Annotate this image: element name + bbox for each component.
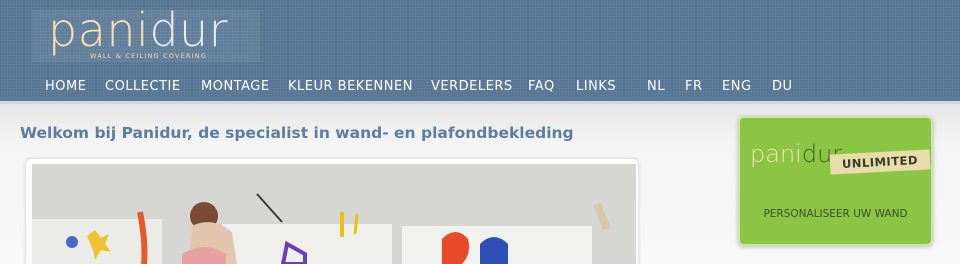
unlimited-badge: UNLIMITED (829, 149, 931, 175)
nav-item-verdelers[interactable]: VERDELERS (431, 78, 513, 96)
logo-dur: dur (149, 3, 229, 57)
lang-du[interactable]: DU (772, 78, 793, 96)
nav-item-montage[interactable]: MONTAGE (201, 78, 270, 96)
logo-wordmark: panidur (48, 4, 228, 56)
personalize-wall-link[interactable]: PERSONALISEER UW WAND (740, 208, 931, 220)
promo-unlimited-card[interactable]: panidur UNLIMITED PERSONALISEER UW WAND (738, 116, 933, 246)
page-title: Welkom bij Panidur, de specialist in wan… (20, 124, 574, 142)
lang-fr[interactable]: FR (685, 78, 703, 96)
nav-item-kleur-bekennen[interactable]: KLEUR BEKENNEN (288, 78, 413, 96)
panidur-logo[interactable]: panidur WALL & CEILING COVERING (32, 4, 260, 62)
promo-logo-pan: pani (750, 140, 802, 168)
promo-logo: panidur (750, 140, 842, 168)
nav-item-faq[interactable]: FAQ (528, 78, 555, 96)
main-nav: HOME COLLECTIE MONTAGE KLEUR BEKENNEN VE… (0, 78, 960, 96)
hero-photo (32, 164, 636, 264)
lang-eng[interactable]: ENG (722, 78, 752, 96)
nav-item-collectie[interactable]: COLLECTIE (105, 78, 181, 96)
nav-item-links[interactable]: LINKS (576, 78, 616, 96)
nav-item-home[interactable]: HOME (45, 78, 86, 96)
lang-nl[interactable]: NL (647, 78, 665, 96)
logo-pan: pani (48, 3, 150, 57)
hero-photo-illustration (32, 164, 636, 264)
logo-tagline: WALL & CEILING COVERING (90, 52, 208, 60)
